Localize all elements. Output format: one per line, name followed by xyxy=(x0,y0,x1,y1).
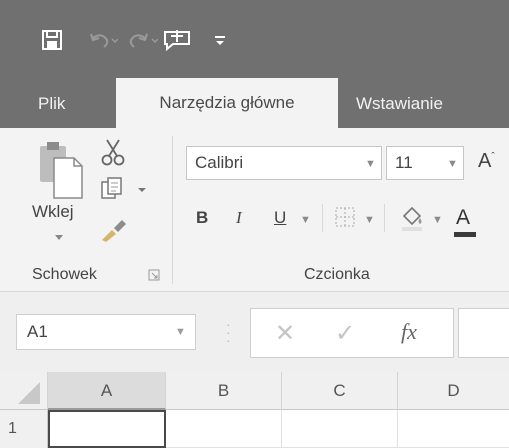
grow-font-icon[interactable]: Aˆ xyxy=(478,150,495,173)
font-color-button[interactable]: A xyxy=(454,206,476,237)
cell-d1[interactable] xyxy=(398,410,509,448)
borders-dropdown-icon[interactable]: ▼ xyxy=(364,214,375,226)
italic-button[interactable]: I xyxy=(236,208,242,228)
spreadsheet-grid: A B C D 1 xyxy=(0,372,509,448)
name-box-value: A1 xyxy=(27,322,48,341)
cut-icon[interactable] xyxy=(98,138,128,168)
chevron-down-icon: ▼ xyxy=(365,158,376,170)
formula-input[interactable] xyxy=(458,308,509,358)
clipboard-launcher-icon[interactable] xyxy=(148,268,160,286)
tab-home[interactable]: Narzędzia główne xyxy=(116,78,338,128)
cell-b1[interactable] xyxy=(166,410,282,448)
underline-dropdown-icon[interactable]: ▼ xyxy=(300,214,311,226)
fill-color-dropdown-icon[interactable]: ▼ xyxy=(432,214,443,226)
chevron-down-icon: ▼ xyxy=(175,326,186,338)
tab-file[interactable]: Plik xyxy=(38,80,65,128)
bold-button[interactable]: B xyxy=(196,208,208,228)
format-separator xyxy=(384,204,385,232)
font-color-bar xyxy=(454,232,476,237)
selected-cell-a1[interactable] xyxy=(48,410,166,448)
group-separator xyxy=(172,136,173,284)
redo-icon[interactable] xyxy=(126,26,158,54)
paste-button-label[interactable]: Wklej xyxy=(32,202,74,222)
save-icon[interactable] xyxy=(38,26,66,54)
underline-button[interactable]: U xyxy=(274,208,286,228)
clipboard-group-label: Schowek xyxy=(32,266,97,283)
font-name-value: Calibri xyxy=(195,153,244,172)
fill-color-icon[interactable] xyxy=(398,204,426,237)
formula-bar: A1 ▼ · · · ✕ ✓ fx xyxy=(0,292,509,372)
tab-insert[interactable]: Wstawianie xyxy=(356,80,443,128)
row-header-1[interactable]: 1 xyxy=(0,410,48,448)
copy-icon[interactable] xyxy=(98,176,148,204)
format-painter-icon[interactable] xyxy=(98,218,128,244)
chevron-down-icon: ▼ xyxy=(447,158,458,170)
enter-icon[interactable]: ✓ xyxy=(335,319,355,348)
quick-access-toolbar xyxy=(0,0,509,80)
font-group-label: Czcionka xyxy=(304,266,370,283)
insert-function-button[interactable]: fx xyxy=(401,319,417,345)
customize-qat-icon[interactable] xyxy=(210,26,230,54)
font-size-value: 11 xyxy=(395,153,413,172)
ribbon-tabs: Plik Narzędzia główne Wstawianie xyxy=(0,78,509,128)
cell-c1[interactable] xyxy=(282,410,398,448)
touch-mode-icon[interactable] xyxy=(160,26,200,54)
ribbon: Wklej Schowek Calibri ▼ 11 ▼ Aˆ B I U ▼ … xyxy=(0,128,509,292)
select-all-corner[interactable] xyxy=(0,372,48,410)
undo-icon[interactable] xyxy=(88,26,118,54)
paste-icon[interactable] xyxy=(38,140,88,204)
column-header-b[interactable]: B xyxy=(166,372,282,410)
name-box[interactable]: A1 ▼ xyxy=(16,314,196,350)
cancel-icon[interactable]: ✕ xyxy=(275,319,295,348)
column-header-a[interactable]: A xyxy=(48,372,166,410)
font-name-combobox[interactable]: Calibri ▼ xyxy=(186,146,382,180)
borders-icon[interactable] xyxy=(334,206,356,233)
column-header-d[interactable]: D xyxy=(398,372,509,410)
formula-actions: ✕ ✓ fx xyxy=(250,308,454,358)
paste-dropdown-icon[interactable] xyxy=(54,228,64,246)
font-size-combobox[interactable]: 11 ▼ xyxy=(386,146,464,180)
formula-bar-grip-icon: · · · xyxy=(226,316,231,348)
format-separator xyxy=(322,204,323,232)
column-header-c[interactable]: C xyxy=(282,372,398,410)
